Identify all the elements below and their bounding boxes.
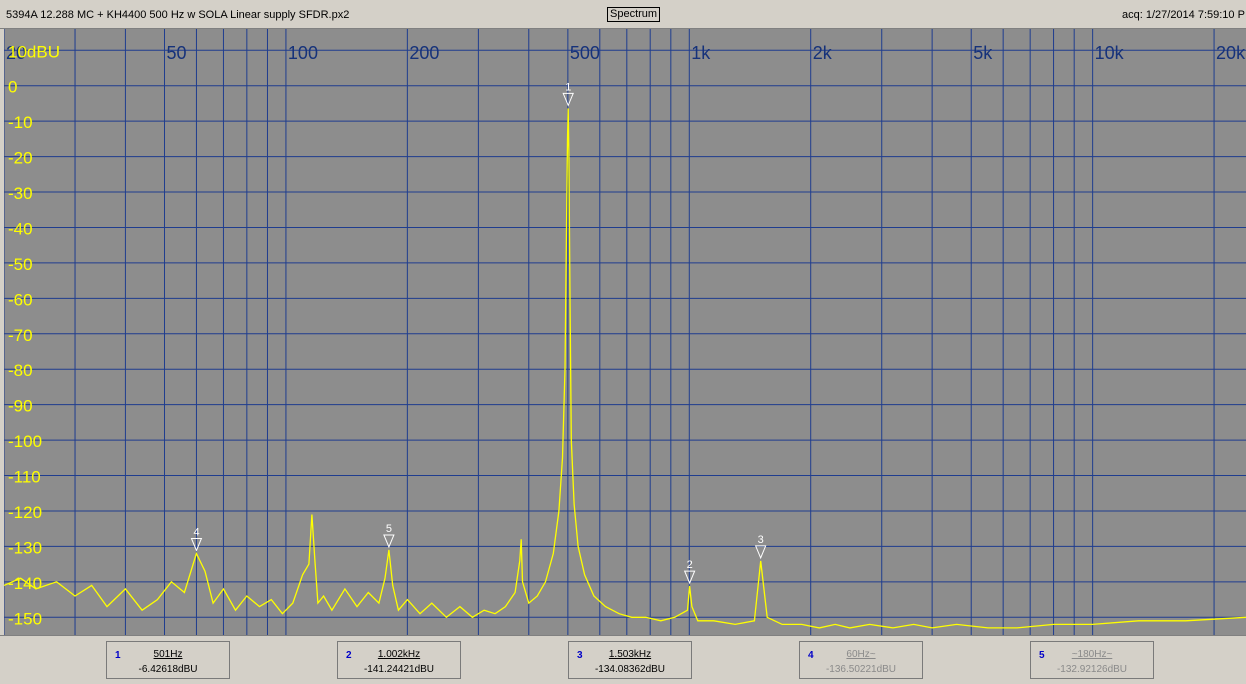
x-tick-label: 100 bbox=[288, 43, 318, 63]
x-tick-label: 50 bbox=[167, 43, 187, 63]
spectrum-chart[interactable]: 20 50 100 200 500 1k 2k 5k 10k 20k10dBU0-10-20-30… bbox=[4, 29, 1246, 635]
file-title: 5394A 12.288 MC + KH4400 500 Hz w SOLA L… bbox=[6, 9, 350, 21]
y-tick-label: -30 bbox=[8, 184, 33, 203]
x-tick-label: 10k bbox=[1095, 43, 1125, 63]
y-tick-label: -40 bbox=[8, 219, 33, 238]
marker-readout-2[interactable]: 2 1.002kHz -141.24421dBU bbox=[337, 641, 461, 679]
marker-level: -141.24421dBU bbox=[363, 664, 435, 675]
marker-level: -6.42618dBU bbox=[138, 664, 198, 675]
marker-level: -134.08362dBU bbox=[594, 664, 666, 675]
marker-readout-bar: 1 501Hz -6.42618dBU 2 1.002kHz -141.2442… bbox=[0, 635, 1246, 684]
y-tick-label: -10 bbox=[8, 113, 33, 132]
y-tick-label: -130 bbox=[8, 538, 42, 557]
spectrum-trace bbox=[4, 108, 1246, 629]
view-mode-button[interactable]: Spectrum bbox=[607, 7, 661, 22]
x-tick-label: 1k bbox=[691, 43, 711, 63]
y-tick-label: -120 bbox=[8, 503, 42, 522]
x-tick-label: 500 bbox=[570, 43, 600, 63]
y-tick-label: -140 bbox=[8, 574, 42, 593]
marker-frequency[interactable]: 1.002kHz bbox=[338, 649, 460, 660]
x-tick-label: 20k bbox=[1216, 43, 1246, 63]
y-tick-label: -100 bbox=[8, 432, 42, 451]
x-tick-label: 200 bbox=[409, 43, 439, 63]
marker-readout-3[interactable]: 3 1.503kHz -134.08362dBU bbox=[568, 641, 692, 679]
marker-triangle bbox=[383, 534, 395, 549]
y-tick-label: -20 bbox=[8, 149, 33, 168]
marker-label: 2 bbox=[687, 559, 693, 571]
y-tick-label: -50 bbox=[8, 255, 33, 274]
y-tick-label: -70 bbox=[8, 326, 33, 345]
x-tick-label: 2k bbox=[813, 43, 833, 63]
y-tick-label: -150 bbox=[8, 609, 42, 628]
y-axis-label: 10dBU bbox=[8, 42, 60, 61]
y-tick-label: -90 bbox=[8, 397, 33, 416]
marker-readout-1[interactable]: 1 501Hz -6.42618dBU bbox=[106, 641, 230, 679]
marker-level: -132.92126dBU bbox=[1056, 664, 1128, 675]
spectrum-plot[interactable]: 20 50 100 200 500 1k 2k 5k 10k 20k 10dBU 0 -10 -20 -30… bbox=[4, 29, 1246, 635]
y-tick-label: -60 bbox=[8, 290, 33, 309]
marker-label: 3 bbox=[758, 534, 764, 546]
title-bar: 5394A 12.288 MC + KH4400 500 Hz w SOLA L… bbox=[0, 0, 1246, 29]
y-tick-label: 0 bbox=[8, 78, 17, 97]
y-tick-label: -80 bbox=[8, 361, 33, 380]
y-tick-label: -110 bbox=[8, 468, 41, 487]
marker-readout-5[interactable]: 5 ~180Hz~ -132.92126dBU bbox=[1030, 641, 1154, 679]
x-tick-label: 5k bbox=[973, 43, 993, 63]
marker-frequency[interactable]: ~180Hz~ bbox=[1031, 649, 1153, 660]
marker-frequency[interactable]: 1.503kHz bbox=[569, 649, 691, 660]
marker-readout-4[interactable]: 4 60Hz~ -136.50221dBU bbox=[799, 641, 923, 679]
marker-label: 5 bbox=[386, 523, 392, 535]
marker-frequency[interactable]: 60Hz~ bbox=[800, 649, 922, 660]
marker-frequency[interactable]: 501Hz bbox=[107, 649, 229, 660]
acquisition-timestamp: acq: 1/27/2014 7:59:10 P bbox=[1122, 9, 1245, 21]
marker-label: 4 bbox=[193, 526, 199, 538]
marker-label: 1 bbox=[565, 81, 571, 93]
marker-triangle bbox=[754, 545, 767, 560]
marker-level: -136.50221dBU bbox=[825, 664, 897, 675]
